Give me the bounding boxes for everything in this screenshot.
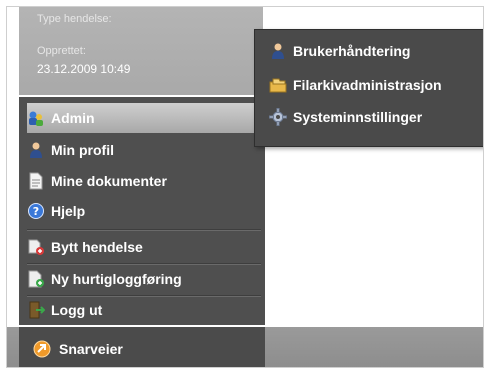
menu-item-label: Min profil (51, 142, 114, 158)
menu-item-bytt-hendelse[interactable]: Bytt hendelse (27, 232, 261, 262)
submenu-item-filarkivadministrasjon[interactable]: Filarkivadministrasjon (269, 72, 442, 98)
menu-item-admin[interactable]: Admin (27, 103, 261, 133)
help-icon: ? (27, 202, 45, 220)
file-archive-icon (269, 76, 287, 94)
menu-item-label: Hjelp (51, 203, 86, 219)
menu-item-min-profil[interactable]: Min profil (27, 135, 261, 165)
event-type-label: Type hendelse: (37, 13, 112, 25)
application-frame: Type hendelse: Opprettet: 23.12.2009 10:… (6, 6, 484, 368)
admin-submenu: Brukerhåndtering Filarkivadministrasjon (254, 29, 483, 147)
created-label: Opprettet: (37, 45, 86, 57)
event-info-panel: Type hendelse: Opprettet: 23.12.2009 10:… (19, 7, 263, 95)
menu-item-mine-dokumenter[interactable]: Mine dokumenter (27, 166, 261, 196)
shortcut-arrow-icon (33, 340, 51, 358)
menu-item-ny-hurtigloggforing[interactable]: Ny hurtigloggføring (27, 264, 261, 294)
user-management-icon (269, 42, 287, 60)
shortcuts-label: Snarveier (59, 341, 123, 357)
submenu-item-brukerhandtering[interactable]: Brukerhåndtering (269, 38, 410, 64)
menu-item-logg-ut[interactable]: Logg ut (27, 295, 261, 325)
menu-item-label: Bytt hendelse (51, 239, 143, 255)
shortcuts-button[interactable]: Snarveier (19, 327, 265, 367)
menu-item-label: Mine dokumenter (51, 173, 167, 189)
submenu-item-label: Systeminnstillinger (293, 109, 423, 125)
menu-item-label: Logg ut (51, 302, 103, 318)
admin-icon (27, 109, 45, 127)
svg-text:?: ? (33, 205, 39, 218)
menu-item-label: Admin (51, 110, 95, 126)
logout-icon (27, 301, 46, 319)
user-icon (27, 141, 45, 159)
submenu-item-systeminnstillinger[interactable]: Systeminnstillinger (269, 104, 422, 130)
submenu-item-label: Filarkivadministrasjon (293, 77, 442, 93)
menu-item-label: Ny hurtigloggføring (51, 271, 182, 287)
main-menu: Admin Min profil Mine dokumenter ? Hjelp… (19, 97, 265, 325)
quick-log-icon (27, 270, 45, 288)
switch-event-icon (27, 238, 45, 256)
document-icon (27, 172, 45, 190)
submenu-item-label: Brukerhåndtering (293, 43, 411, 59)
created-value: 23.12.2009 10:49 (37, 62, 131, 76)
menu-divider (27, 229, 261, 231)
menu-item-hjelp[interactable]: ? Hjelp (27, 196, 261, 226)
gear-icon (269, 108, 287, 126)
